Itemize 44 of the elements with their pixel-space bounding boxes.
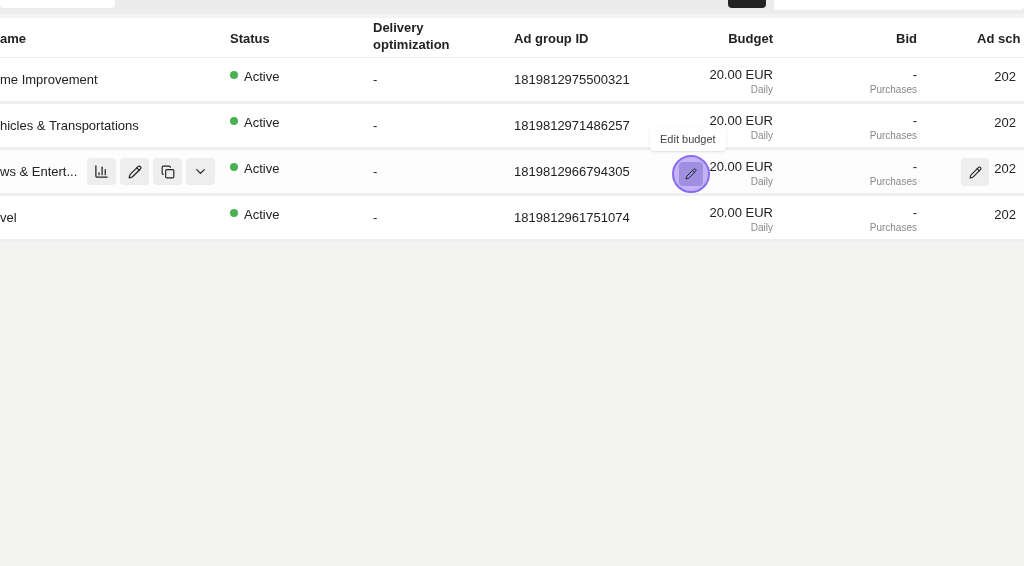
chart-icon[interactable] (87, 158, 117, 185)
column-header: Bid (896, 29, 917, 47)
copy-icon[interactable] (153, 158, 183, 185)
table-cell: - (373, 72, 378, 87)
table-cell-text: ws & Entert... (0, 162, 78, 181)
status-text: Active (244, 68, 280, 86)
column-header: Status (230, 29, 270, 47)
table-cell-text: 202 (994, 206, 1016, 224)
column-header: Delivery optimization (373, 19, 451, 53)
tooltip: Edit budget (650, 128, 726, 151)
budget-period: Daily (750, 221, 773, 235)
table-cell: 1819812966794305 (514, 164, 630, 179)
table-cell-text: 202 (994, 68, 1016, 86)
status-text: Active (244, 160, 280, 178)
table-cell: 1819812975500321 (514, 72, 630, 87)
edit-icon[interactable] (961, 158, 990, 186)
budget-amount: 20.00 EUR (709, 159, 773, 174)
bid-goal: Purchases (869, 221, 917, 235)
table-cell: - (373, 210, 378, 225)
table-cell-text: me Improvement (0, 70, 98, 89)
column-header: ame (0, 29, 27, 47)
table-cell-text: 202 (994, 160, 1016, 178)
edit-icon[interactable] (120, 158, 150, 185)
budget-period: Daily (750, 83, 773, 97)
edit-icon[interactable] (679, 162, 703, 186)
budget-period: Daily (750, 129, 773, 143)
column-header: Budget (728, 29, 773, 47)
budget-amount: 20.00 EUR (709, 67, 773, 82)
budget-amount: 20.00 EUR (709, 113, 773, 128)
column-header: Ad sch (977, 29, 1021, 47)
bid-value: - (912, 67, 917, 82)
status-text: Active (244, 206, 280, 224)
bid-goal: Purchases (869, 83, 917, 97)
budget-period: Daily (750, 175, 773, 189)
bid-value: - (912, 205, 917, 220)
bid-value: - (912, 113, 917, 128)
table-cell: 1819812961751074 (514, 210, 630, 225)
table-cell: - (373, 164, 378, 179)
bid-goal: Purchases (869, 129, 917, 143)
table-cell-text: vel (0, 208, 17, 227)
bid-value: - (912, 159, 917, 174)
budget-amount: 20.00 EUR (709, 205, 773, 220)
column-header: Ad group ID (514, 29, 589, 47)
bid-goal: Purchases (869, 175, 917, 189)
